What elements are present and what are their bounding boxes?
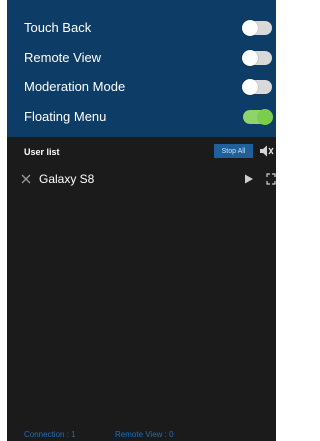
setting-remote-view[interactable]: Remote View [7, 44, 276, 73]
settings-panel: Touch Back Remote View Moderation Mode F… [7, 0, 276, 137]
user-list-title: User list [24, 147, 60, 157]
close-icon[interactable] [20, 173, 32, 185]
setting-label: Remote View [24, 50, 102, 65]
toggle-knob [257, 109, 273, 125]
status-footer: Connection : 1 Remote View : 0 [7, 430, 276, 441]
device-name: Galaxy S8 [39, 172, 95, 186]
connection-count: Connection : 1 [24, 430, 76, 439]
fullscreen-icon[interactable] [266, 173, 276, 185]
play-icon[interactable] [244, 174, 254, 184]
user-list-header: User list Stop All [7, 142, 276, 162]
floating-menu-toggle[interactable] [243, 109, 273, 125]
toggle-knob [242, 79, 258, 95]
remote-view-toggle[interactable] [242, 50, 272, 66]
moderation-mode-toggle[interactable] [242, 79, 272, 95]
setting-touch-back[interactable]: Touch Back [7, 14, 276, 43]
stop-all-button[interactable]: Stop All [214, 144, 253, 158]
touch-back-toggle[interactable] [242, 20, 272, 36]
setting-floating-menu[interactable]: Floating Menu [7, 103, 276, 132]
setting-label: Moderation Mode [24, 79, 126, 94]
setting-label: Floating Menu [24, 109, 107, 124]
setting-label: Touch Back [24, 20, 92, 35]
app-window: Touch Back Remote View Moderation Mode F… [7, 0, 276, 441]
toggle-knob [242, 20, 258, 36]
speaker-mute-icon[interactable] [258, 143, 274, 159]
remote-view-count: Remote View : 0 [115, 430, 174, 439]
list-item[interactable]: Galaxy S8 [7, 170, 276, 190]
toggle-knob [242, 50, 258, 66]
setting-moderation-mode[interactable]: Moderation Mode [7, 73, 276, 102]
